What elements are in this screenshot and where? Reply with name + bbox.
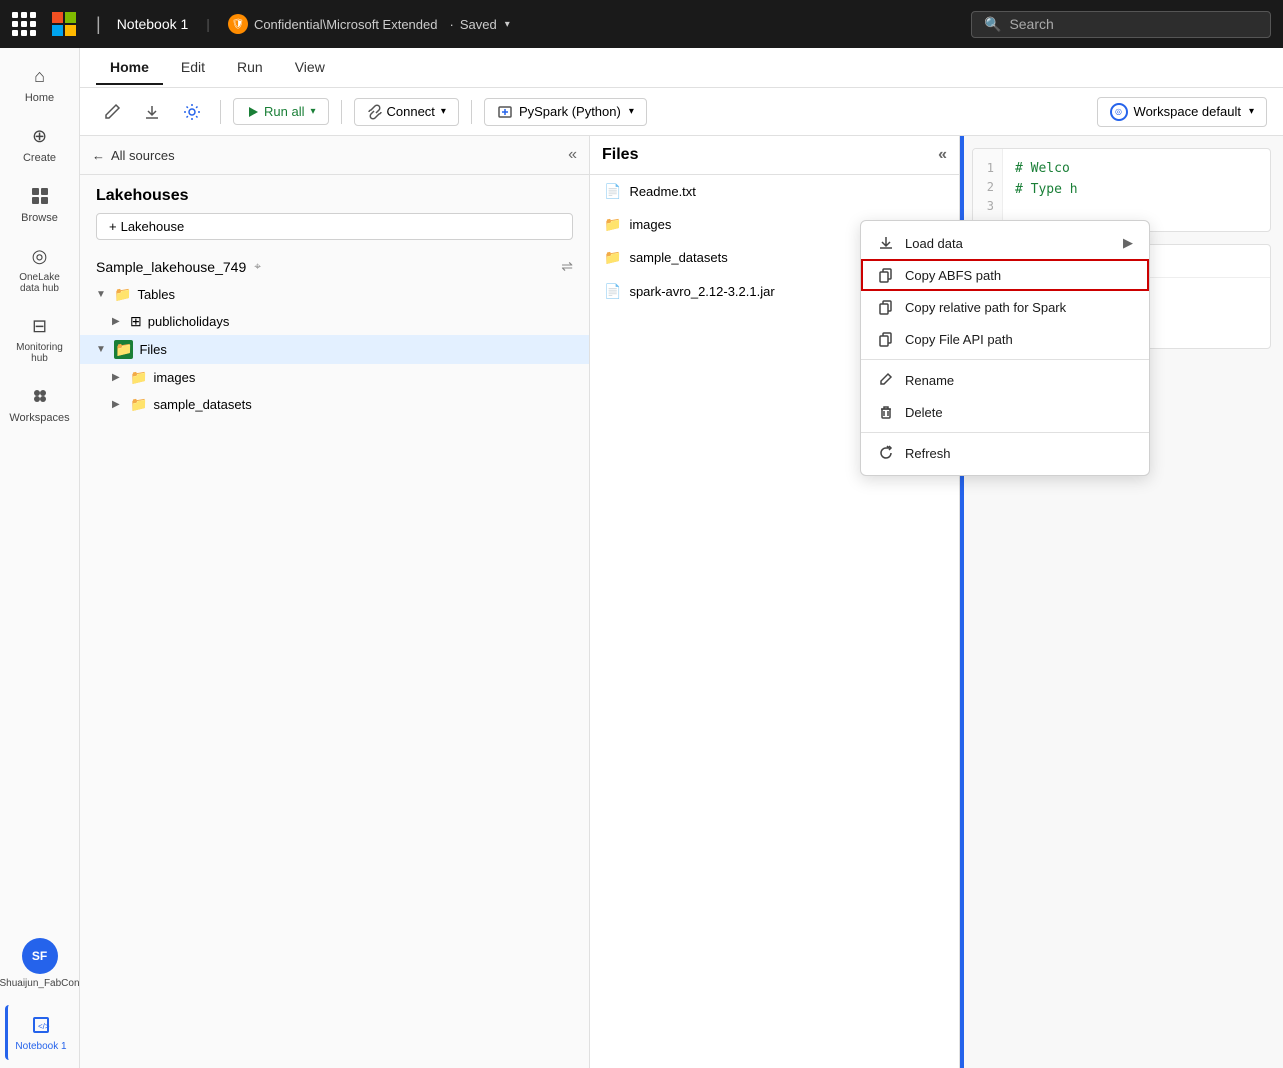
images-folder-icon: 📁 xyxy=(130,369,147,386)
tree-expand-icon-ph: ▶ xyxy=(112,316,124,327)
tab-edit[interactable]: Edit xyxy=(167,51,219,85)
content-area: ⌂ Home ⊕ Create Browse ◎ OneLake data hu… xyxy=(0,48,1283,1068)
workspace-icon: ◎ xyxy=(1110,103,1128,121)
toolbar-sep-1 xyxy=(220,100,221,124)
panel-header: ← All sources « xyxy=(80,136,589,175)
load-data-icon xyxy=(877,235,895,251)
tree-files-expand-icon: ▼ xyxy=(96,344,108,355)
jar-file-icon: 📄 xyxy=(604,283,621,300)
lakehouse-tree: ← All sources « Lakehouses + Lakehouse S… xyxy=(80,136,590,1068)
sidebar-item-create[interactable]: ⊕ Create xyxy=(5,116,75,172)
ctx-load-data[interactable]: Load data ▶ xyxy=(861,227,1149,259)
home-icon: ⌂ xyxy=(28,64,52,88)
ctx-rename[interactable]: Rename xyxy=(861,364,1149,396)
tree-item-files[interactable]: ▼ 📁 Files xyxy=(80,335,589,364)
notebook-icon: </> xyxy=(29,1013,53,1037)
microsoft-logo xyxy=(52,12,76,36)
sidebar-item-user[interactable]: SF Shuaijun_FabCon xyxy=(5,930,75,997)
tab-view[interactable]: View xyxy=(281,51,339,85)
add-lakehouse-button[interactable]: + Lakehouse xyxy=(96,213,573,240)
file-item-readme[interactable]: 📄 Readme.txt xyxy=(590,175,959,208)
ctx-refresh[interactable]: Refresh xyxy=(861,437,1149,469)
collapse-files-button[interactable]: « xyxy=(938,146,947,164)
files-panel-header: Files « xyxy=(590,136,959,175)
nav-tabs: Home Edit Run View xyxy=(80,48,1283,88)
download-icon-btn[interactable] xyxy=(136,96,168,128)
main-area: Home Edit Run View xyxy=(80,48,1283,1068)
shield-icon: 🛡 xyxy=(228,14,248,34)
grid-menu-icon[interactable] xyxy=(12,12,36,36)
browse-icon xyxy=(28,184,52,208)
settings-icon-btn[interactable] xyxy=(176,96,208,128)
files-title: Files xyxy=(602,146,638,164)
create-icon: ⊕ xyxy=(28,124,52,148)
lower-area: ← All sources « Lakehouses + Lakehouse S… xyxy=(80,136,1283,1068)
sidebar-item-notebook[interactable]: </> Notebook 1 xyxy=(5,1005,75,1060)
back-arrow-icon: ← xyxy=(92,148,105,163)
tree-expand-icon-sd: ▶ xyxy=(112,399,124,410)
toolbar: Run all ▾ Connect ▾ PySpark (Python) ▾ xyxy=(80,88,1283,136)
toolbar-sep-3 xyxy=(471,100,472,124)
toolbar-sep-2 xyxy=(341,100,342,124)
submenu-arrow-icon: ▶ xyxy=(1123,235,1133,251)
tab-home[interactable]: Home xyxy=(96,51,163,85)
confidential-label: 🛡 Confidential\Microsoft Extended · Save… xyxy=(228,14,510,34)
sample-datasets-folder-icon: 📁 xyxy=(130,396,147,413)
copy-relative-icon xyxy=(877,299,895,315)
back-button[interactable]: ← All sources xyxy=(92,148,175,163)
user-avatar: SF xyxy=(22,938,58,974)
file-doc-icon: 📄 xyxy=(604,183,621,200)
copy-abfs-icon xyxy=(877,267,895,283)
sidebar-item-home[interactable]: ⌂ Home xyxy=(5,56,75,112)
tree-item-images[interactable]: ▶ 📁 images xyxy=(80,364,589,391)
ctx-copy-abfs[interactable]: Copy ABFS path xyxy=(861,259,1149,291)
connect-button[interactable]: Connect ▾ xyxy=(354,98,459,126)
pin-icon: ⌖ xyxy=(254,259,261,274)
rename-icon xyxy=(877,372,895,388)
ctx-separator-2 xyxy=(861,432,1149,433)
context-menu: Load data ▶ Copy ABFS path xyxy=(860,220,1150,476)
sync-icon: ⇌ xyxy=(561,258,573,275)
tree-item-tables[interactable]: ▼ 📁 Tables xyxy=(80,281,589,308)
search-icon: 🔍 xyxy=(984,16,1001,33)
folder-sample-icon: 📁 xyxy=(604,249,621,266)
svg-text:</>: </> xyxy=(38,1022,50,1031)
sidebar-item-workspaces[interactable]: Workspaces xyxy=(5,376,75,432)
run-all-button[interactable]: Run all ▾ xyxy=(233,98,329,125)
onelake-icon: ◎ xyxy=(28,244,52,268)
sidebar-item-onelake[interactable]: ◎ OneLake data hub xyxy=(5,236,75,302)
tree-expand-icon-img: ▶ xyxy=(112,372,124,383)
notebook-title: Notebook 1 xyxy=(117,16,189,32)
ctx-copy-relative[interactable]: Copy relative path for Spark xyxy=(861,291,1149,323)
table-icon: ⊞ xyxy=(130,313,142,330)
pyspark-button[interactable]: PySpark (Python) ▾ xyxy=(484,98,647,126)
sidebar-item-browse[interactable]: Browse xyxy=(5,176,75,232)
monitoring-icon: ⊟ xyxy=(28,314,52,338)
copy-file-api-icon xyxy=(877,331,895,347)
collapse-tree-button[interactable]: « xyxy=(568,146,577,164)
refresh-icon xyxy=(877,445,895,461)
ctx-copy-file-api[interactable]: Copy File API path xyxy=(861,323,1149,355)
folder-images-icon: 📁 xyxy=(604,216,621,233)
plus-icon: + xyxy=(109,219,117,234)
ctx-separator-1 xyxy=(861,359,1149,360)
tree-expand-icon: ▼ xyxy=(96,289,108,300)
edit-icon-btn[interactable] xyxy=(96,96,128,128)
files-folder-icon: 📁 xyxy=(114,340,133,359)
top-bar: | Notebook 1 | 🛡 Confidential\Microsoft … xyxy=(0,0,1283,48)
search-box[interactable]: 🔍 Search xyxy=(971,11,1271,38)
delete-icon xyxy=(877,404,895,420)
ctx-delete[interactable]: Delete xyxy=(861,396,1149,428)
sidebar-item-monitoring[interactable]: ⊟ Monitoring hub xyxy=(5,306,75,372)
tree-item-publicholidays[interactable]: ▶ ⊞ publicholidays xyxy=(80,308,589,335)
tree-item-sample-datasets[interactable]: ▶ 📁 sample_datasets xyxy=(80,391,589,418)
tab-run[interactable]: Run xyxy=(223,51,277,85)
workspace-button[interactable]: ◎ Workspace default ▾ xyxy=(1097,97,1267,127)
lakehouse-name-row: Sample_lakehouse_749 ⌖ ⇌ xyxy=(80,252,589,281)
sidebar: ⌂ Home ⊕ Create Browse ◎ OneLake data hu… xyxy=(0,48,80,1068)
folder-icon: 📁 xyxy=(114,286,131,303)
lakehouses-title: Lakehouses xyxy=(80,175,589,213)
workspaces-icon xyxy=(28,384,52,408)
